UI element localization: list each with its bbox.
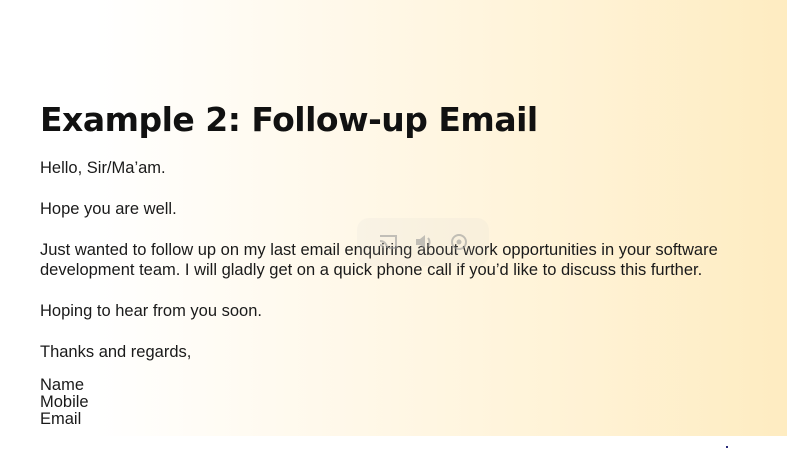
greeting-text: Hello, Sir/Ma’am. bbox=[40, 159, 166, 177]
wellbeing-text: Hope you are well. bbox=[40, 200, 177, 218]
volume-icon[interactable] bbox=[413, 232, 435, 252]
signature-mobile: Mobile bbox=[40, 393, 89, 411]
cast-icon[interactable] bbox=[377, 232, 399, 252]
hope-text: Hoping to hear from you soon. bbox=[40, 302, 262, 320]
signature-email: Email bbox=[40, 410, 82, 428]
slide: Example 2: Follow-up Email Hello, Sir/Ma… bbox=[0, 0, 787, 436]
closing-text: Thanks and regards, bbox=[40, 343, 192, 361]
email-body: Hello, Sir/Ma’am. Hope you are well. Jus… bbox=[40, 158, 780, 428]
media-controls-overlay[interactable] bbox=[357, 218, 489, 266]
settings-icon[interactable] bbox=[449, 232, 469, 252]
signature-name: Name bbox=[40, 376, 85, 394]
slide-title: Example 2: Follow-up Email bbox=[40, 100, 538, 139]
cursor-dot bbox=[726, 446, 728, 448]
